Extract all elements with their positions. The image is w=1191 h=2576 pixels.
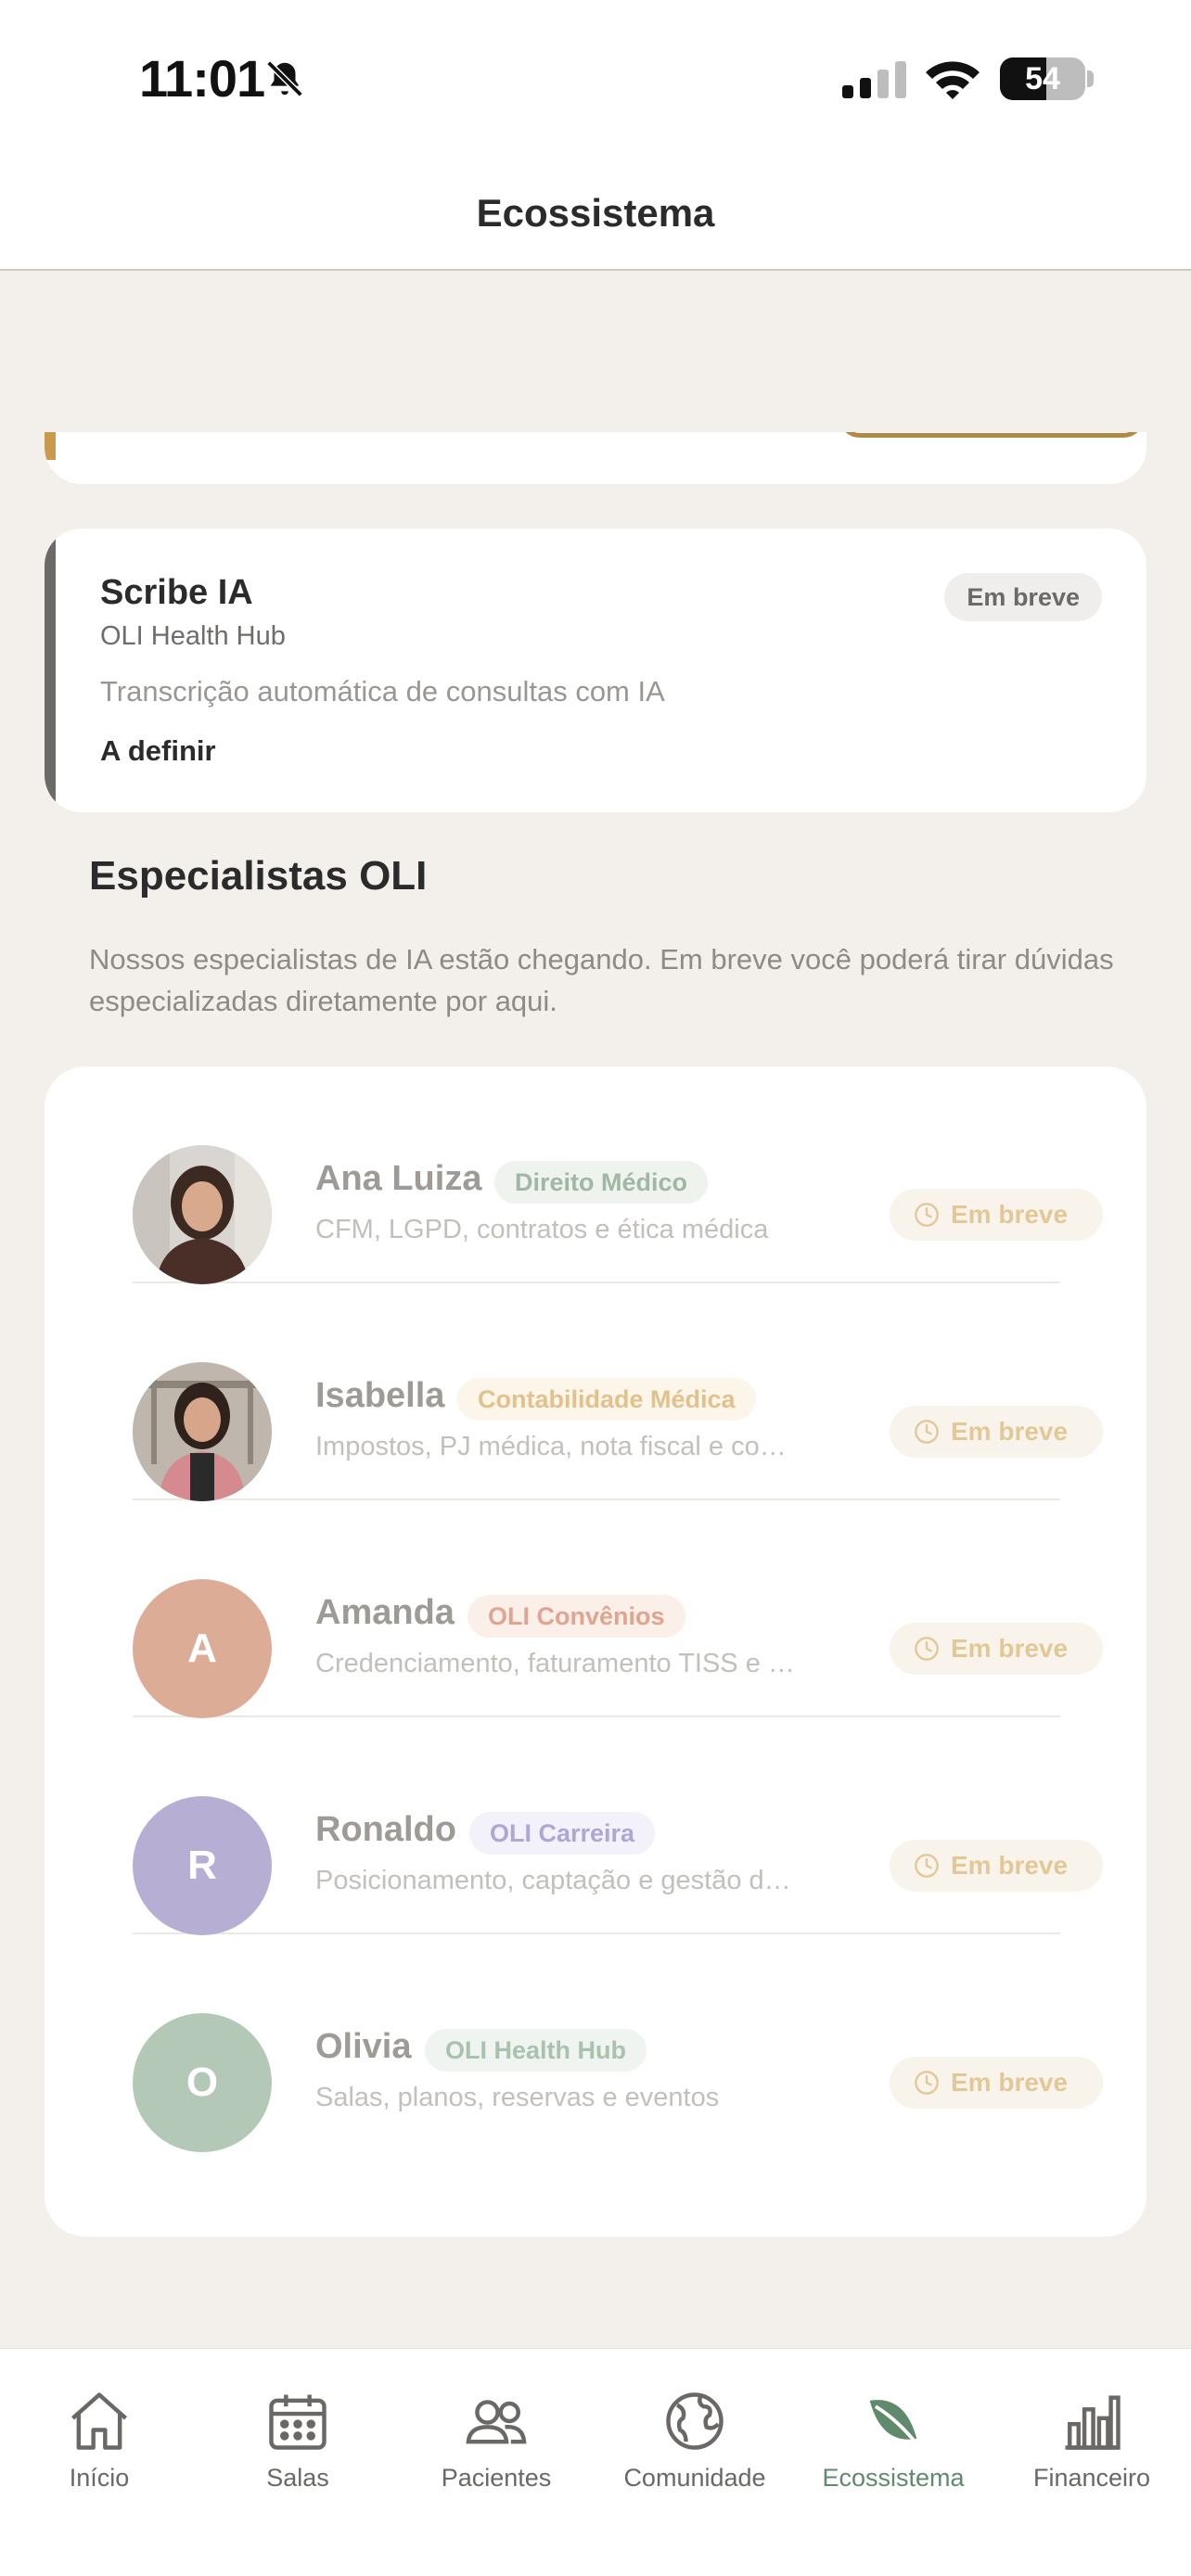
specialist-name: Amanda — [315, 1593, 455, 1632]
specialist-description: Impostos, PJ médica, nota fiscal e conta… — [315, 1432, 798, 1461]
product-title: Scribe IA — [100, 573, 253, 612]
coming-soon-label: Em breve — [951, 1417, 1069, 1446]
tab-label: Comunidade — [623, 2464, 766, 2492]
coming-soon-label: Em breve — [951, 2068, 1069, 2097]
tab-bar: Início Salas Pacientes Comunidade Ecossi… — [0, 2348, 1191, 2576]
specialist-description: Credenciamento, faturamento TISS e glosa… — [315, 1649, 798, 1678]
tab-label: Ecossistema — [822, 2464, 965, 2492]
specialist-description: Salas, planos, reservas e eventos — [315, 2083, 720, 2112]
coming-soon-label: Em breve — [951, 1200, 1069, 1229]
coming-soon-label: Em breve — [951, 1851, 1069, 1880]
avatar — [133, 1145, 272, 1284]
status-time: 11:01 — [139, 49, 265, 108]
specialty-tag: Contabilidade Médica — [457, 1378, 756, 1421]
clock-icon — [915, 1420, 939, 1444]
leaf-icon — [869, 2400, 921, 2449]
specialist-row[interactable]: R Ronaldo OLI Carreira Posicionamento, c… — [133, 1717, 1103, 1935]
tab-label: Financeiro — [1032, 2464, 1151, 2492]
product-card-scribe[interactable]: Scribe IA OLI Health Hub Transcrição aut… — [45, 529, 1146, 812]
tab-pacientes[interactable]: Pacientes — [397, 2386, 596, 2497]
clock-icon — [915, 1637, 939, 1661]
product-provider: OLI Health Hub — [100, 621, 286, 651]
coming-soon-button[interactable]: Em breve — [890, 1623, 1103, 1675]
section-description: Nossos especialistas de IA estão chegand… — [89, 943, 1114, 1017]
tab-financeiro[interactable]: Financeiro — [992, 2386, 1191, 2497]
avatar-photo — [133, 1362, 272, 1501]
users-icon — [466, 2400, 527, 2444]
product-price: A definir — [100, 734, 216, 767]
status-bar: 11:01 54 — [0, 0, 1191, 158]
avatar — [133, 1362, 272, 1501]
coming-soon-button[interactable]: Em breve — [890, 1840, 1103, 1892]
specialty-tag: OLI Health Hub — [425, 2029, 647, 2072]
coming-soon-button[interactable]: Em breve — [890, 2057, 1103, 2109]
battery-tip — [1087, 70, 1094, 87]
specialist-name: Ronaldo — [315, 1810, 456, 1849]
specialist-row[interactable]: Isabella Contabilidade Médica Impostos, … — [133, 1283, 1103, 1501]
tab-ecossistema[interactable]: Ecossistema — [794, 2386, 992, 2497]
card-accent-bar — [45, 529, 56, 812]
navigation-header: Ecossistema — [0, 158, 1191, 271]
product-description: Transcrição automática de consultas com … — [100, 675, 665, 708]
home-icon — [71, 2392, 127, 2450]
calendar-icon — [269, 2394, 327, 2450]
card-action-button[interactable] — [839, 432, 1145, 438]
battery-indicator: 54 — [1000, 57, 1085, 100]
tab-label: Pacientes — [441, 2464, 552, 2492]
specialist-description: Posicionamento, captação e gestão de car… — [315, 1866, 798, 1895]
battery-percentage: 54 — [1025, 61, 1060, 96]
bell-slash-icon — [266, 60, 303, 97]
coming-soon-button[interactable]: Em breve — [890, 1189, 1103, 1241]
globe-icon — [666, 2392, 724, 2450]
specialist-row[interactable]: O Olivia OLI Health Hub Salas, planos, r… — [133, 1934, 1103, 2152]
specialist-name: Olivia — [315, 2027, 412, 2066]
specialist-row[interactable]: A Amanda OLI Convênios Credenciamento, f… — [133, 1500, 1103, 1718]
specialists-list: Ana Luiza Direito Médico CFM, LGPD, cont… — [45, 1066, 1146, 2237]
clock-icon — [915, 2071, 939, 2095]
coming-soon-button[interactable]: Em breve — [890, 1406, 1103, 1458]
specialist-row[interactable]: Ana Luiza Direito Médico CFM, LGPD, cont… — [133, 1066, 1103, 1284]
card-accent-bar — [45, 432, 56, 460]
specialty-tag: OLI Carreira — [469, 1812, 656, 1855]
tab-inicio[interactable]: Início — [0, 2386, 198, 2497]
avatar-photo — [133, 1145, 272, 1284]
avatar: R — [133, 1796, 272, 1935]
tab-salas[interactable]: Salas — [198, 2386, 397, 2497]
specialist-name: Isabella — [315, 1376, 445, 1415]
tab-comunidade[interactable]: Comunidade — [596, 2386, 794, 2497]
specialist-description: CFM, LGPD, contratos e ética médica — [315, 1215, 769, 1244]
page-title: Ecossistema — [476, 191, 715, 235]
cellular-signal-icon — [842, 61, 906, 98]
coming-soon-label: Em breve — [951, 1634, 1069, 1663]
avatar: A — [133, 1579, 272, 1718]
status-badge: Em breve — [944, 573, 1102, 621]
bar-chart-icon — [1065, 2395, 1121, 2450]
clock-icon — [915, 1854, 939, 1878]
wifi-icon — [926, 61, 980, 99]
specialist-name: Ana Luiza — [315, 1159, 482, 1198]
avatar: O — [133, 2013, 272, 2152]
clock-icon — [915, 1203, 939, 1227]
section-title: Especialistas OLI — [89, 853, 428, 899]
specialty-tag: Direito Médico — [494, 1161, 709, 1204]
specialty-tag: OLI Convênios — [467, 1595, 685, 1638]
tab-label: Salas — [266, 2464, 329, 2492]
tab-label: Início — [69, 2464, 130, 2492]
product-card-partial[interactable] — [45, 432, 1146, 484]
